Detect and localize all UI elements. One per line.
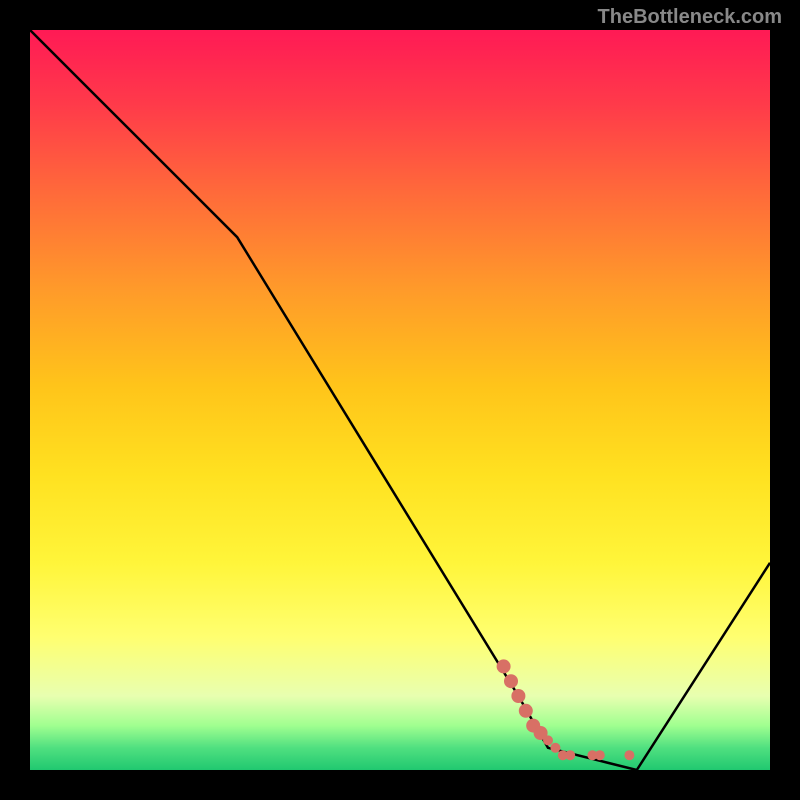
- plot-area: [30, 30, 770, 770]
- marker-dot: [519, 704, 533, 718]
- marker-dot: [550, 743, 560, 753]
- watermark-text: TheBottleneck.com: [598, 6, 782, 29]
- marker-dots: [497, 659, 635, 760]
- marker-dot: [543, 735, 553, 745]
- curve-path: [30, 30, 770, 770]
- marker-dot: [595, 750, 605, 760]
- marker-dot: [511, 689, 525, 703]
- chart-svg: [30, 30, 770, 770]
- marker-dot: [497, 659, 511, 673]
- bottleneck-line: [30, 30, 770, 770]
- marker-dot: [624, 750, 634, 760]
- marker-dot: [565, 750, 575, 760]
- marker-dot: [504, 674, 518, 688]
